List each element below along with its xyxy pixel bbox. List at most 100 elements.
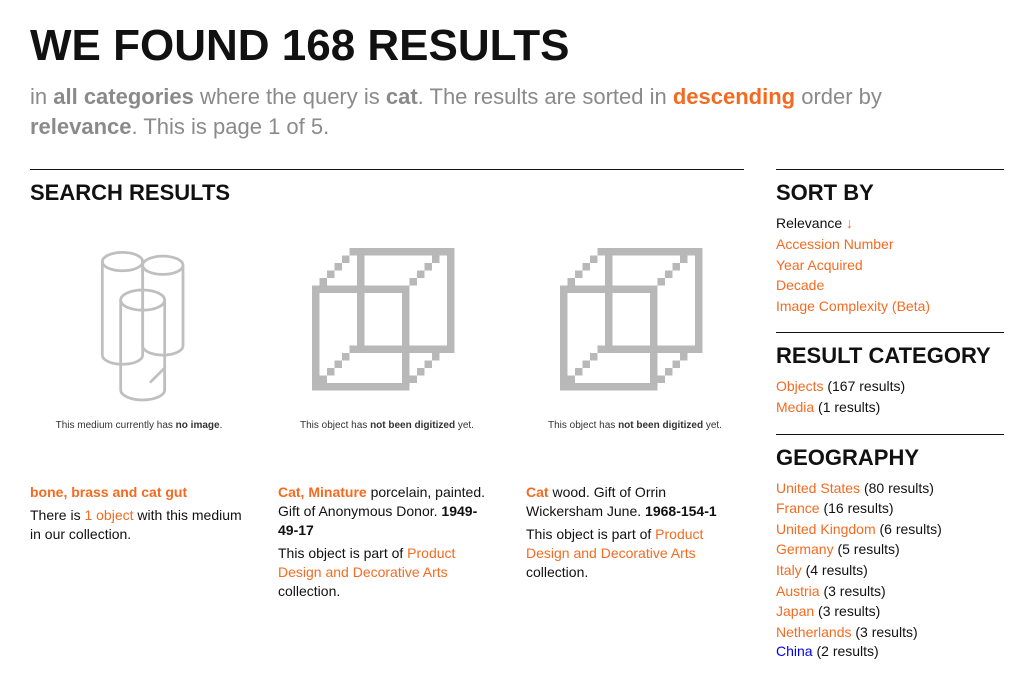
results-grid: This medium currently has no image. bone… xyxy=(30,230,744,600)
result-title-link[interactable]: Cat xyxy=(526,484,549,500)
facet-count: (1 results) xyxy=(818,399,880,415)
divider xyxy=(30,169,744,170)
sort-option-link[interactable]: Image Complexity (Beta) xyxy=(776,298,930,314)
sidebar: SORT BY Relevance ↓ Accession Number Yea… xyxy=(776,169,1004,675)
text: This medium currently has xyxy=(56,420,176,431)
facet-count: (4 results) xyxy=(806,562,868,578)
facet-link[interactable]: United Kingdom xyxy=(776,521,876,537)
text: This object is part of xyxy=(278,545,407,561)
text: collection. xyxy=(278,583,340,599)
thumbnail-caption: This medium currently has no image. xyxy=(30,420,248,431)
result-collection: This object is part of Product Design an… xyxy=(526,525,744,582)
facet-item: Italy (4 results) xyxy=(776,561,1004,581)
facet-count: (3 results) xyxy=(823,583,885,599)
text: This object has xyxy=(548,420,618,431)
geography-section: GEOGRAPHY United States (80 results) Fra… xyxy=(776,434,1004,660)
facet-item-cutoff: China (2 results) xyxy=(776,643,1004,659)
facet-count: (6 results) xyxy=(880,521,942,537)
sort-order: descending xyxy=(673,84,795,109)
category-list: Objects (167 results) Media (1 results) xyxy=(776,377,1004,417)
result-meta: Cat wood. Gift of Orrin Wickersham June.… xyxy=(526,483,744,521)
facet-link[interactable]: Italy xyxy=(776,562,802,578)
facet-count: (16 results) xyxy=(823,500,893,516)
results-subline: in all categories where the query is cat… xyxy=(30,82,994,141)
facet-count: (3 results) xyxy=(855,624,917,640)
facet-item: United Kingdom (6 results) xyxy=(776,520,1004,540)
facet-link[interactable]: France xyxy=(776,500,820,516)
text: . The results are sorted in xyxy=(418,84,673,109)
divider xyxy=(776,332,1004,333)
facet-link[interactable]: Objects xyxy=(776,378,823,394)
facet-link[interactable]: Netherlands xyxy=(776,624,852,640)
text: There is xyxy=(30,507,84,523)
categories-label: all categories xyxy=(53,84,194,109)
geography-list: United States (80 results) France (16 re… xyxy=(776,479,1004,643)
facet-link[interactable]: China xyxy=(776,643,813,659)
text-bold: no image xyxy=(176,420,220,431)
text-bold: not been digitized xyxy=(618,420,703,431)
thumbnail-caption: This object has not been digitized yet. xyxy=(278,420,496,431)
facet-link[interactable]: Austria xyxy=(776,583,820,599)
sort-options: Relevance ↓ Accession Number Year Acquir… xyxy=(776,214,1004,316)
text: where the query is xyxy=(194,84,386,109)
result-card: This object has not been digitized yet. … xyxy=(526,230,744,600)
rolls-icon xyxy=(84,238,194,408)
facet-item: United States (80 results) xyxy=(776,479,1004,499)
result-category-heading: RESULT CATEGORY xyxy=(776,343,1004,369)
result-meta: Cat, Minature porcelain, painted. Gift o… xyxy=(278,483,496,540)
facet-link[interactable]: Media xyxy=(776,399,814,415)
facet-item: Germany (5 results) xyxy=(776,540,1004,560)
text: This object is part of xyxy=(526,526,655,542)
result-card: This object has not been digitized yet. … xyxy=(278,230,496,600)
result-card: This medium currently has no image. bone… xyxy=(30,230,248,600)
text-bold: not been digitized xyxy=(370,420,455,431)
main-column: SEARCH RESULTS xyxy=(30,169,744,675)
facet-count: (167 results) xyxy=(827,378,905,394)
result-description: There is 1 object with this medium in ou… xyxy=(30,506,248,544)
page-title: WE FOUND 168 RESULTS xyxy=(30,24,994,68)
result-title-link[interactable]: Cat, Minature xyxy=(278,484,367,500)
facet-item: Objects (167 results) xyxy=(776,377,1004,397)
text: yet. xyxy=(703,420,722,431)
facet-count: (3 results) xyxy=(818,603,880,619)
geography-heading: GEOGRAPHY xyxy=(776,445,1004,471)
thumbnail-placeholder xyxy=(30,230,248,416)
facet-item: Japan (3 results) xyxy=(776,602,1004,622)
sort-option-link[interactable]: Year Acquired xyxy=(776,257,863,273)
facet-item: Austria (3 results) xyxy=(776,582,1004,602)
text: This object has xyxy=(300,420,370,431)
text: Relevance xyxy=(776,215,842,231)
facet-link[interactable]: Germany xyxy=(776,541,834,557)
facet-link[interactable]: United States xyxy=(776,480,860,496)
object-count-link[interactable]: 1 object xyxy=(84,507,133,523)
thumbnail-placeholder xyxy=(526,230,744,416)
cube-pixel-icon xyxy=(297,233,477,413)
sort-by-heading: SORT BY xyxy=(776,180,1004,206)
sort-arrow-icon: ↓ xyxy=(846,215,853,231)
facet-item: France (16 results) xyxy=(776,499,1004,519)
divider xyxy=(776,434,1004,435)
text: yet. xyxy=(455,420,474,431)
result-category-section: RESULT CATEGORY Objects (167 results) Me… xyxy=(776,332,1004,417)
sort-option-link[interactable]: Accession Number xyxy=(776,236,894,252)
text: . xyxy=(220,420,223,431)
sort-by-section: SORT BY Relevance ↓ Accession Number Yea… xyxy=(776,169,1004,316)
result-collection: This object is part of Product Design an… xyxy=(278,544,496,601)
facet-item: Netherlands (3 results) xyxy=(776,623,1004,643)
sort-option-link[interactable]: Decade xyxy=(776,277,824,293)
facet-count: (5 results) xyxy=(837,541,899,557)
facet-count: (80 results) xyxy=(864,480,934,496)
thumbnail-placeholder xyxy=(278,230,496,416)
facet-count: (2 results) xyxy=(816,643,878,659)
query-term: cat xyxy=(386,84,418,109)
thumbnail-caption: This object has not been digitized yet. xyxy=(526,420,744,431)
accession-number: 1968-154-1 xyxy=(645,503,717,519)
text: in xyxy=(30,84,53,109)
sort-current[interactable]: Relevance ↓ xyxy=(776,214,1004,234)
sort-key: relevance xyxy=(30,114,132,139)
cube-pixel-icon xyxy=(545,233,725,413)
facet-link[interactable]: Japan xyxy=(776,603,814,619)
result-title-link[interactable]: bone, brass and cat gut xyxy=(30,484,187,500)
text: order by xyxy=(795,84,882,109)
text: collection. xyxy=(526,564,588,580)
